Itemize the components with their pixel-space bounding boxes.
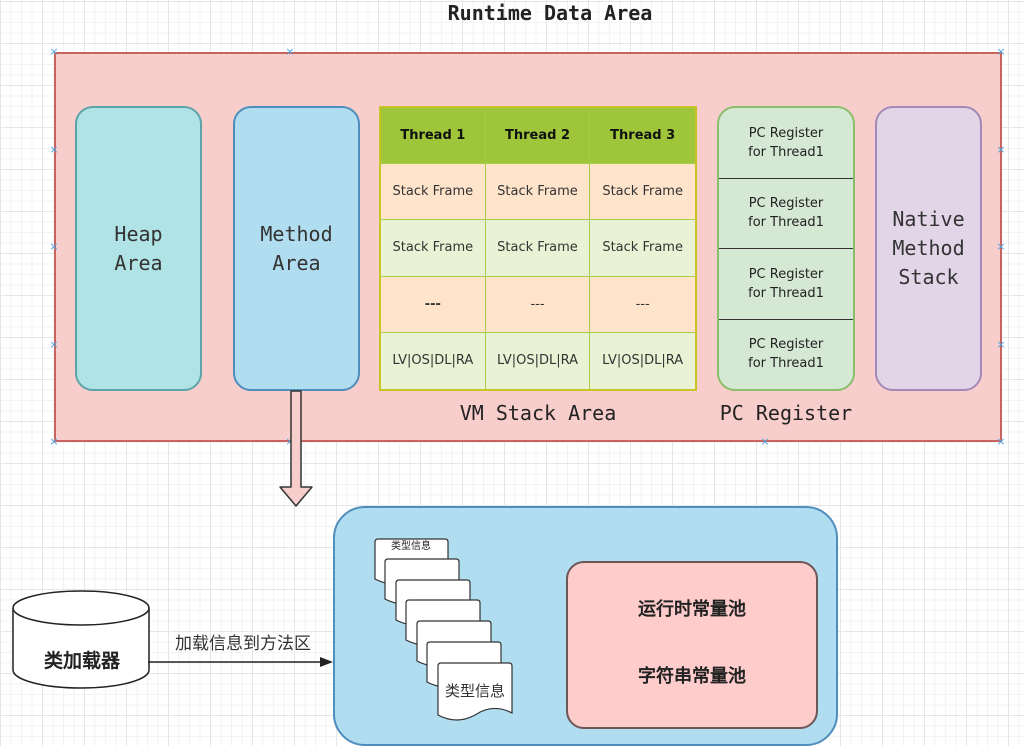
- connection-point-marker: ×: [996, 240, 1006, 253]
- vm-stack-table[interactable]: Thread 1 Thread 2 Thread 3 Stack Frame S…: [379, 106, 697, 391]
- ellipsis-cell: ---: [485, 276, 591, 333]
- connection-point-marker: ×: [996, 45, 1006, 58]
- method-area-down-arrow[interactable]: [276, 390, 316, 510]
- frame-structure-cell: LV|OS|DL|RA: [381, 332, 486, 389]
- stack-frame-cell: Stack Frame: [485, 164, 591, 221]
- connection-point-marker: ×: [760, 435, 770, 448]
- connection-point-marker: ×: [996, 338, 1006, 351]
- arrow-shape: [279, 390, 313, 507]
- type-info-top-label: 类型信息: [391, 541, 431, 552]
- load-info-edge-label: 加载信息到方法区: [175, 634, 311, 654]
- native-method-stack-box[interactable]: Native Method Stack: [875, 106, 982, 391]
- native-method-stack-label: Native Method Stack: [892, 207, 965, 289]
- connection-point-marker: ×: [49, 435, 59, 448]
- vm-stack-area-label: VM Stack Area: [459, 401, 617, 425]
- string-constant-pool-label: 字符串常量池: [638, 666, 746, 687]
- class-loader-label: 类加载器: [43, 650, 120, 672]
- connection-point-marker: ×: [285, 45, 295, 58]
- stack-frame-cell: Stack Frame: [381, 220, 486, 277]
- connection-point-marker: ×: [49, 143, 59, 156]
- frame-structure-cell: LV|OS|DL|RA: [485, 332, 591, 389]
- thread-header: Thread 1: [381, 108, 486, 165]
- pc-register-cell: PC Register for Thread1: [719, 108, 853, 179]
- cylinder-top: [12, 590, 150, 626]
- thread-header: Thread 3: [590, 108, 695, 165]
- runtime-constant-pool-label: 运行时常量池: [638, 599, 746, 620]
- connection-point-marker: ×: [49, 240, 59, 253]
- class-loader-cylinder[interactable]: [10, 588, 155, 693]
- heap-area-label: Heap Area: [114, 221, 163, 275]
- stack-frame-cell: Stack Frame: [590, 220, 695, 277]
- ellipsis-cell: ---: [590, 276, 695, 333]
- thread-header: Thread 2: [485, 108, 591, 165]
- pc-register-cell: PC Register for Thread1: [748, 337, 824, 372]
- pc-register-box[interactable]: PC Register for Thread1 PC Register for …: [717, 106, 855, 391]
- pc-register-label: PC Register: [719, 401, 853, 425]
- type-info-bottom-label: 类型信息: [444, 682, 505, 700]
- method-area-box[interactable]: Method Area: [233, 106, 360, 391]
- constant-pools-box[interactable]: 运行时常量池 字符串常量池: [566, 561, 818, 729]
- stack-frame-cell: Stack Frame: [590, 164, 695, 221]
- connection-point-marker: ×: [996, 143, 1006, 156]
- method-area-label: Method Area: [260, 221, 333, 275]
- stack-frame-cell: Stack Frame: [381, 164, 486, 221]
- diagram-title: Runtime Data Area: [447, 1, 653, 25]
- heap-area-box[interactable]: Heap Area: [75, 106, 202, 391]
- pc-register-cell: PC Register for Thread1: [719, 179, 853, 249]
- frame-structure-cell: LV|OS|DL|RA: [590, 332, 695, 389]
- pc-register-cell: PC Register for Thread1: [719, 249, 853, 320]
- ellipsis-cell: ---: [381, 276, 486, 333]
- stack-frame-cell: Stack Frame: [485, 220, 591, 277]
- connection-point-marker: ×: [49, 45, 59, 58]
- connection-point-marker: ×: [49, 338, 59, 351]
- connection-point-marker: ×: [996, 435, 1006, 448]
- arrowhead: [320, 657, 333, 667]
